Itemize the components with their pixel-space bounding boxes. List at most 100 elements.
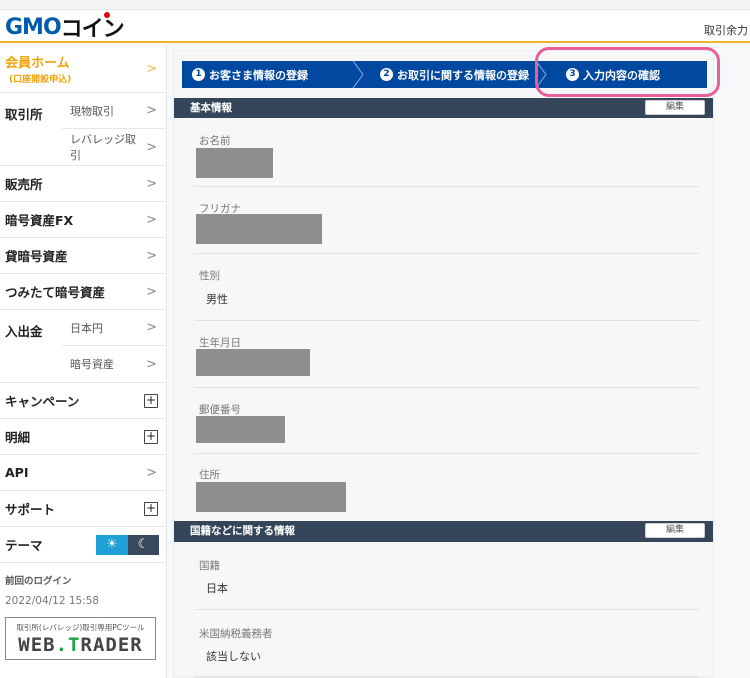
- last-login-datetime: 2022/04/12 15:58: [5, 595, 100, 607]
- section-header-basic-info: 基本情報 編集: [174, 98, 713, 118]
- field-label: 国籍: [199, 560, 220, 572]
- step-separator-icon: [352, 61, 364, 88]
- main-content: 1 お客さま情報の登録 2 お取引に関する情報の登録 3 入力内容の確認 基本情…: [173, 50, 714, 678]
- field-birthdate: 生年月日: [194, 321, 699, 388]
- moon-icon[interactable]: ☾: [128, 534, 159, 555]
- chevron-right-icon: >: [146, 61, 157, 76]
- sidebar-item-member-home[interactable]: 会員ホーム (口座開設申込) >: [0, 45, 166, 93]
- current-step-highlight-annotation: [535, 47, 720, 97]
- step-label: お客さま情報の登録: [209, 68, 308, 82]
- step-label: お取引に関する情報の登録: [397, 68, 529, 82]
- section-header-nationality-info: 国籍などに関する情報 編集: [174, 521, 713, 542]
- edit-button[interactable]: 編集: [645, 100, 705, 115]
- webtrader-logo-b: .T: [55, 634, 81, 656]
- redacted-value: [196, 416, 285, 443]
- field-label: 米国納税義務者: [199, 628, 273, 640]
- sidebar-item-label: レバレッジ取引: [70, 133, 136, 162]
- sidebar-item-support[interactable]: サポート +: [0, 491, 166, 527]
- redacted-value: [196, 482, 346, 512]
- field-label: 郵便番号: [199, 404, 241, 416]
- section-title: 国籍などに関する情報: [190, 525, 295, 537]
- plus-icon[interactable]: +: [144, 429, 158, 444]
- sidebar-item-accumulation[interactable]: つみたて暗号資産 >: [0, 274, 166, 310]
- trading-capacity-link[interactable]: 取引余力: [704, 22, 748, 38]
- sidebar-item-statements[interactable]: 明細 +: [0, 419, 166, 455]
- sidebar-item-api[interactable]: API >: [0, 455, 166, 491]
- field-value: 男性: [206, 293, 228, 306]
- sidebar-item-label: 貸暗号資産: [5, 249, 68, 264]
- logo-coin-text: コイン: [60, 11, 125, 43]
- sidebar-item-sales[interactable]: 販売所 >: [0, 166, 166, 202]
- redacted-value: [196, 148, 273, 178]
- section-title: 基本情報: [190, 102, 232, 114]
- step-1: 1 お客さま情報の登録: [182, 61, 365, 88]
- sidebar-item-spot-trading[interactable]: 現物取引 >: [62, 93, 166, 129]
- redacted-value: [196, 214, 322, 244]
- chevron-right-icon: >: [146, 139, 157, 155]
- sidebar-item-label: 日本円: [70, 321, 103, 335]
- field-label: 生年月日: [199, 337, 241, 349]
- redacted-value: [196, 349, 310, 376]
- top-header: GMO コイン 取引余力: [0, 10, 750, 43]
- sidebar-item-lending[interactable]: 貸暗号資産 >: [0, 238, 166, 274]
- logo-gmo-text: GMO: [5, 14, 62, 40]
- step-number: 2: [380, 68, 393, 81]
- field-furigana: フリガナ: [194, 187, 699, 254]
- sidebar-item-jpy[interactable]: 日本円 >: [62, 310, 166, 346]
- sidebar-item-label: 明細: [5, 430, 31, 445]
- sidebar-item-label: 暗号資産FX: [5, 213, 74, 228]
- field-name: お名前: [194, 121, 699, 187]
- logo-coin-label: コイン: [60, 17, 125, 42]
- webtrader-logo-c: RADER: [80, 634, 143, 656]
- last-login-info: 前回のログイン 2022/04/12 15:58: [0, 563, 166, 607]
- edit-button[interactable]: 編集: [645, 523, 705, 538]
- sidebar-item-campaign[interactable]: キャンペーン +: [0, 383, 166, 419]
- sidebar-group-label: 入出金: [5, 324, 43, 339]
- gmo-coin-logo[interactable]: GMO コイン: [5, 12, 125, 42]
- sidebar-nav: 会員ホーム (口座開設申込) > 取引所 現物取引 > レバレッジ取引 > 販売…: [0, 45, 167, 678]
- last-login-title: 前回のログイン: [5, 576, 72, 587]
- field-gender: 性別 男性: [194, 254, 699, 321]
- field-label: 性別: [199, 270, 220, 282]
- field-label: 住所: [199, 469, 220, 481]
- sun-icon[interactable]: ☀: [96, 534, 128, 555]
- plus-icon[interactable]: +: [144, 393, 158, 408]
- field-value: 該当しない: [206, 650, 261, 663]
- webtrader-banner[interactable]: 取引所(レバレッジ)取引専用PCツール WEB.TRADER: [5, 617, 156, 660]
- field-value: 日本: [206, 582, 228, 595]
- sidebar-item-leverage-trading[interactable]: レバレッジ取引 >: [62, 129, 166, 165]
- chevron-right-icon: >: [146, 212, 157, 227]
- sidebar-item-label: つみたて暗号資産: [5, 285, 106, 300]
- sidebar-item-label: API: [5, 465, 29, 480]
- sidebar-item-label: サポート: [5, 502, 56, 517]
- chevron-right-icon: >: [146, 248, 157, 263]
- chevron-right-icon: >: [146, 284, 157, 299]
- sidebar-item-sublabel: (口座開設申込): [9, 75, 72, 85]
- field-address: 住所: [194, 454, 699, 519]
- logo-red-dot: [103, 12, 110, 18]
- chevron-right-icon: >: [146, 465, 157, 480]
- sidebar-group-exchange: 取引所 現物取引 > レバレッジ取引 >: [0, 93, 166, 166]
- sidebar-group-label: 取引所: [5, 107, 43, 122]
- field-us-taxpayer: 米国納税義務者 該当しない: [194, 610, 699, 677]
- chevron-right-icon: >: [146, 103, 157, 118]
- sidebar-item-theme: テーマ ☀ ☾: [0, 527, 166, 563]
- sidebar-item-label: 現物取引: [70, 104, 114, 118]
- webtrader-logo: WEB.TRADER: [6, 634, 155, 656]
- sidebar-item-label: 販売所: [5, 177, 43, 192]
- step-2: 2 お取引に関する情報の登録: [365, 61, 548, 88]
- field-nationality: 国籍 日本: [194, 542, 699, 610]
- sidebar-group-deposit: 入出金 日本円 > 暗号資産 >: [0, 310, 166, 383]
- step-number: 1: [192, 68, 205, 81]
- sidebar-item-crypto-fx[interactable]: 暗号資産FX >: [0, 202, 166, 238]
- theme-toggle[interactable]: ☀ ☾: [96, 534, 159, 555]
- browser-top-strip: [0, 0, 750, 10]
- plus-icon[interactable]: +: [144, 501, 158, 516]
- sidebar-item-label: 会員ホーム: [5, 56, 70, 71]
- sidebar-item-label: テーマ: [5, 538, 43, 553]
- chevron-right-icon: >: [146, 320, 157, 335]
- webtrader-logo-a: WEB: [18, 634, 56, 656]
- webtrader-caption: 取引所(レバレッジ)取引専用PCツール: [16, 623, 145, 632]
- sidebar-item-crypto-deposit[interactable]: 暗号資産 >: [62, 346, 166, 382]
- sidebar-item-label: 暗号資産: [70, 358, 114, 371]
